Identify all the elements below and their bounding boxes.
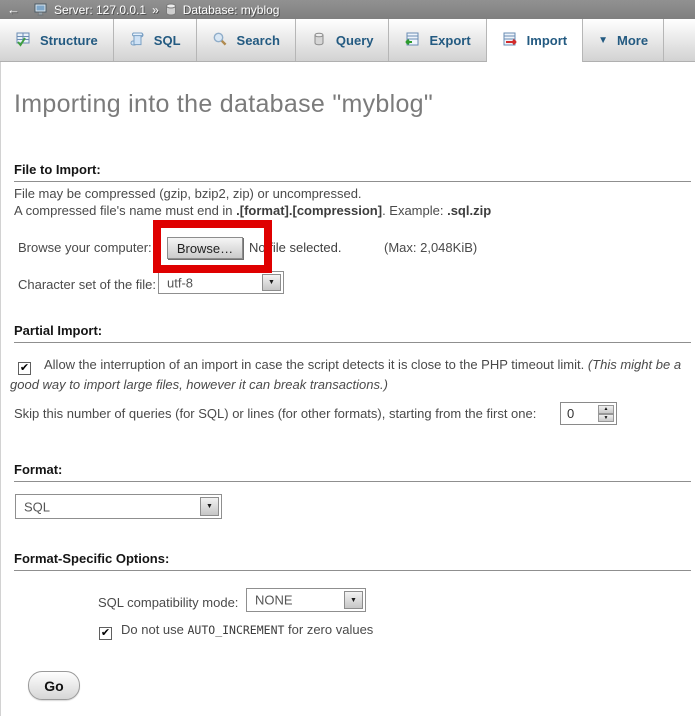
dropdown-arrow-icon[interactable]: ▼ — [344, 591, 363, 609]
spinner-up-icon[interactable]: ▲ — [598, 405, 614, 414]
back-arrow-icon[interactable]: ← — [7, 3, 20, 16]
database-icon — [165, 3, 177, 16]
tab-label: Query — [336, 33, 374, 48]
zero-values-row: ✔ Do not use AUTO_INCREMENT for zero valu… — [99, 622, 373, 640]
tab-export[interactable]: Export — [389, 19, 486, 61]
compression-info-line2: A compressed file's name must end in .[f… — [14, 203, 491, 218]
allow-interruption-checkbox[interactable]: ✔ — [18, 362, 31, 375]
charset-select[interactable]: utf-8 ▼ — [158, 271, 284, 294]
zero-values-label: Do not use AUTO_INCREMENT for zero value… — [121, 622, 373, 637]
skip-queries-input[interactable]: 0 ▲ ▼ — [560, 402, 617, 425]
section-heading-file-to-import: File to Import: — [14, 162, 691, 182]
no-file-selected-text: No file selected. — [249, 240, 342, 255]
tab-sql[interactable]: SQL — [114, 19, 197, 61]
tab-search[interactable]: Search — [197, 19, 296, 61]
tab-label: More — [617, 33, 648, 48]
spinner-down-icon[interactable]: ▼ — [598, 414, 614, 423]
tab-label: SQL — [154, 33, 181, 48]
allow-interruption-row: ✔ Allow the interruption of an import in … — [10, 355, 690, 395]
sql-compatibility-label: SQL compatibility mode: — [98, 595, 238, 610]
tab-label: Export — [429, 33, 470, 48]
server-icon — [34, 3, 48, 16]
max-size-text: (Max: 2,048KiB) — [384, 240, 477, 255]
section-heading-format: Format: — [14, 462, 691, 482]
breadcrumb-separator: » — [152, 3, 159, 17]
tab-structure[interactable]: Structure — [0, 19, 114, 61]
charset-selected-value: utf-8 — [167, 275, 193, 290]
breadcrumb-database-link[interactable]: Database: myblog — [183, 3, 280, 17]
browse-button[interactable]: Browse… — [167, 237, 243, 259]
tab-label: Search — [237, 33, 280, 48]
breadcrumb-bar: ← Server: 127.0.0.1 » Database: myblog — [0, 0, 695, 19]
tab-label: Structure — [40, 33, 98, 48]
dropdown-arrow-icon[interactable]: ▼ — [200, 497, 219, 516]
phpmyadmin-import-page: ← Server: 127.0.0.1 » Database: myblog — [0, 0, 695, 716]
export-icon — [404, 31, 420, 50]
page-title: Importing into the database "myblog" — [14, 90, 433, 119]
format-selected-value: SQL — [24, 499, 50, 514]
charset-label: Character set of the file: — [18, 277, 156, 292]
query-icon — [311, 31, 327, 50]
content-left-border — [0, 62, 1, 716]
format-select[interactable]: SQL ▼ — [15, 494, 222, 519]
auto-increment-checkbox[interactable]: ✔ — [99, 627, 112, 640]
allow-interruption-label: Allow the interruption of an import in c… — [44, 357, 588, 372]
section-heading-format-options: Format-Specific Options: — [14, 551, 691, 571]
tab-label: Import — [527, 33, 567, 48]
search-icon — [212, 31, 228, 50]
tab-more[interactable]: ▼ More — [583, 19, 664, 61]
sql-compatibility-select[interactable]: NONE ▼ — [246, 588, 366, 612]
browse-computer-label: Browse your computer: — [18, 240, 152, 255]
tab-query[interactable]: Query — [296, 19, 390, 61]
breadcrumb-server-link[interactable]: Server: 127.0.0.1 — [54, 3, 146, 17]
sql-icon — [129, 31, 145, 50]
dropdown-arrow-icon[interactable]: ▼ — [262, 274, 281, 291]
skip-queries-value: 0 — [567, 406, 574, 421]
go-button[interactable]: Go — [28, 671, 80, 700]
tab-import[interactable]: Import — [487, 19, 583, 62]
sql-compatibility-value: NONE — [255, 593, 293, 608]
skip-queries-label: Skip this number of queries (for SQL) or… — [14, 406, 536, 421]
tab-bar: Structure SQL Search — [0, 19, 695, 62]
section-heading-partial-import: Partial Import: — [14, 323, 691, 343]
chevron-down-icon: ▼ — [598, 35, 608, 46]
import-icon — [502, 31, 518, 50]
compression-info-line1: File may be compressed (gzip, bzip2, zip… — [14, 186, 362, 201]
structure-icon — [15, 31, 31, 50]
